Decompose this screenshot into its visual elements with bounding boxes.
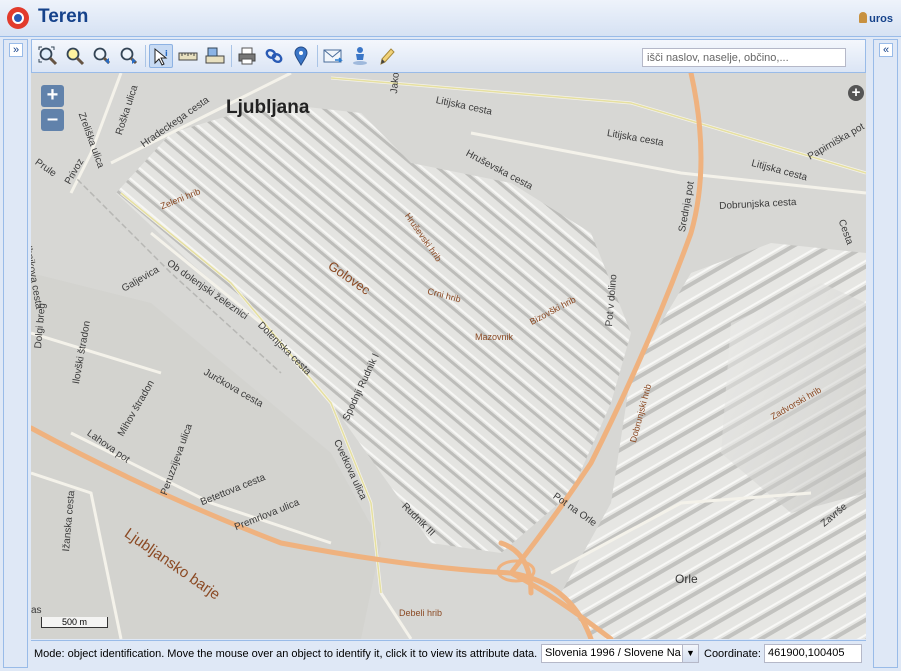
zoom-previous-icon [93, 47, 111, 65]
edit-pencil-icon [380, 48, 395, 65]
identify-button[interactable]: i [149, 44, 173, 68]
map-toolbar: i [31, 39, 866, 73]
user-name: uros [869, 13, 893, 25]
zoom-out-button[interactable]: – [41, 109, 64, 131]
app-header: Teren uros [0, 0, 901, 37]
link-button[interactable] [262, 44, 286, 68]
map-view[interactable]: + – + 500 m Ljubljana Golovec Ljubljansk… [31, 73, 866, 639]
location-pin-icon [294, 46, 308, 66]
zoom-next-button[interactable] [117, 44, 141, 68]
coordinate-field[interactable]: 461900,100405 [764, 644, 862, 663]
user-location-icon [353, 47, 367, 65]
user-icon [859, 12, 868, 23]
app-title: Teren [38, 6, 89, 27]
email-button[interactable] [321, 44, 345, 68]
print-icon [238, 47, 256, 65]
right-panel-collapsed: « [873, 39, 898, 668]
search-input[interactable] [642, 48, 846, 67]
user-badge[interactable]: uros [859, 12, 893, 25]
map-label-debeli-hrib: Debeli hrib [399, 608, 443, 618]
link-icon [265, 48, 283, 64]
chevron-down-icon[interactable]: ▼ [682, 645, 698, 662]
coordinate-label: Coordinate: [704, 648, 761, 660]
mode-status-text: Mode: object identification. Move the mo… [34, 648, 538, 660]
expand-left-panel-button[interactable]: » [9, 43, 23, 57]
toolbar-separator [145, 45, 146, 67]
toolbar-separator [231, 45, 232, 67]
zoom-in-button[interactable]: + [41, 85, 64, 107]
map-label-mazovnik: Mazovnik [475, 332, 514, 342]
zoom-box-button[interactable] [63, 44, 87, 68]
crs-select[interactable]: Slovenia 1996 / Slovene Na ▼ [541, 644, 699, 663]
map-label-ljubljana: Ljubljana [226, 97, 310, 118]
crs-value: Slovenia 1996 / Slovene Na [545, 647, 681, 659]
zoom-next-icon [120, 47, 138, 65]
email-icon [323, 49, 343, 63]
zoom-box-icon [66, 47, 85, 66]
edit-button[interactable] [375, 44, 399, 68]
zoom-extent-icon [38, 46, 58, 66]
svg-text:i: i [165, 49, 168, 58]
measure-area-button[interactable] [203, 44, 227, 68]
zoom-extent-button[interactable] [36, 44, 60, 68]
toolbar-separator [317, 45, 318, 67]
left-panel-collapsed: » [3, 39, 28, 668]
zoom-previous-button[interactable] [90, 44, 114, 68]
user-location-button[interactable] [348, 44, 372, 68]
print-button[interactable] [235, 44, 259, 68]
expand-right-panel-button[interactable]: « [879, 43, 893, 57]
map-label-orle: Orle [675, 572, 698, 586]
status-bar: Mode: object identification. Move the mo… [31, 640, 866, 666]
map-label-as-edge: as [31, 605, 42, 616]
zoom-controls: + – [41, 85, 64, 131]
map-label-jako: Jako [389, 73, 402, 94]
measure-area-icon [205, 47, 225, 64]
identify-icon: i [154, 47, 168, 66]
expand-overview-button[interactable]: + [848, 85, 864, 101]
scale-bar: 500 m [41, 617, 108, 628]
location-pin-button[interactable] [289, 44, 313, 68]
measure-distance-icon [178, 52, 198, 61]
measure-distance-button[interactable] [176, 44, 200, 68]
app-logo-icon [7, 7, 29, 29]
